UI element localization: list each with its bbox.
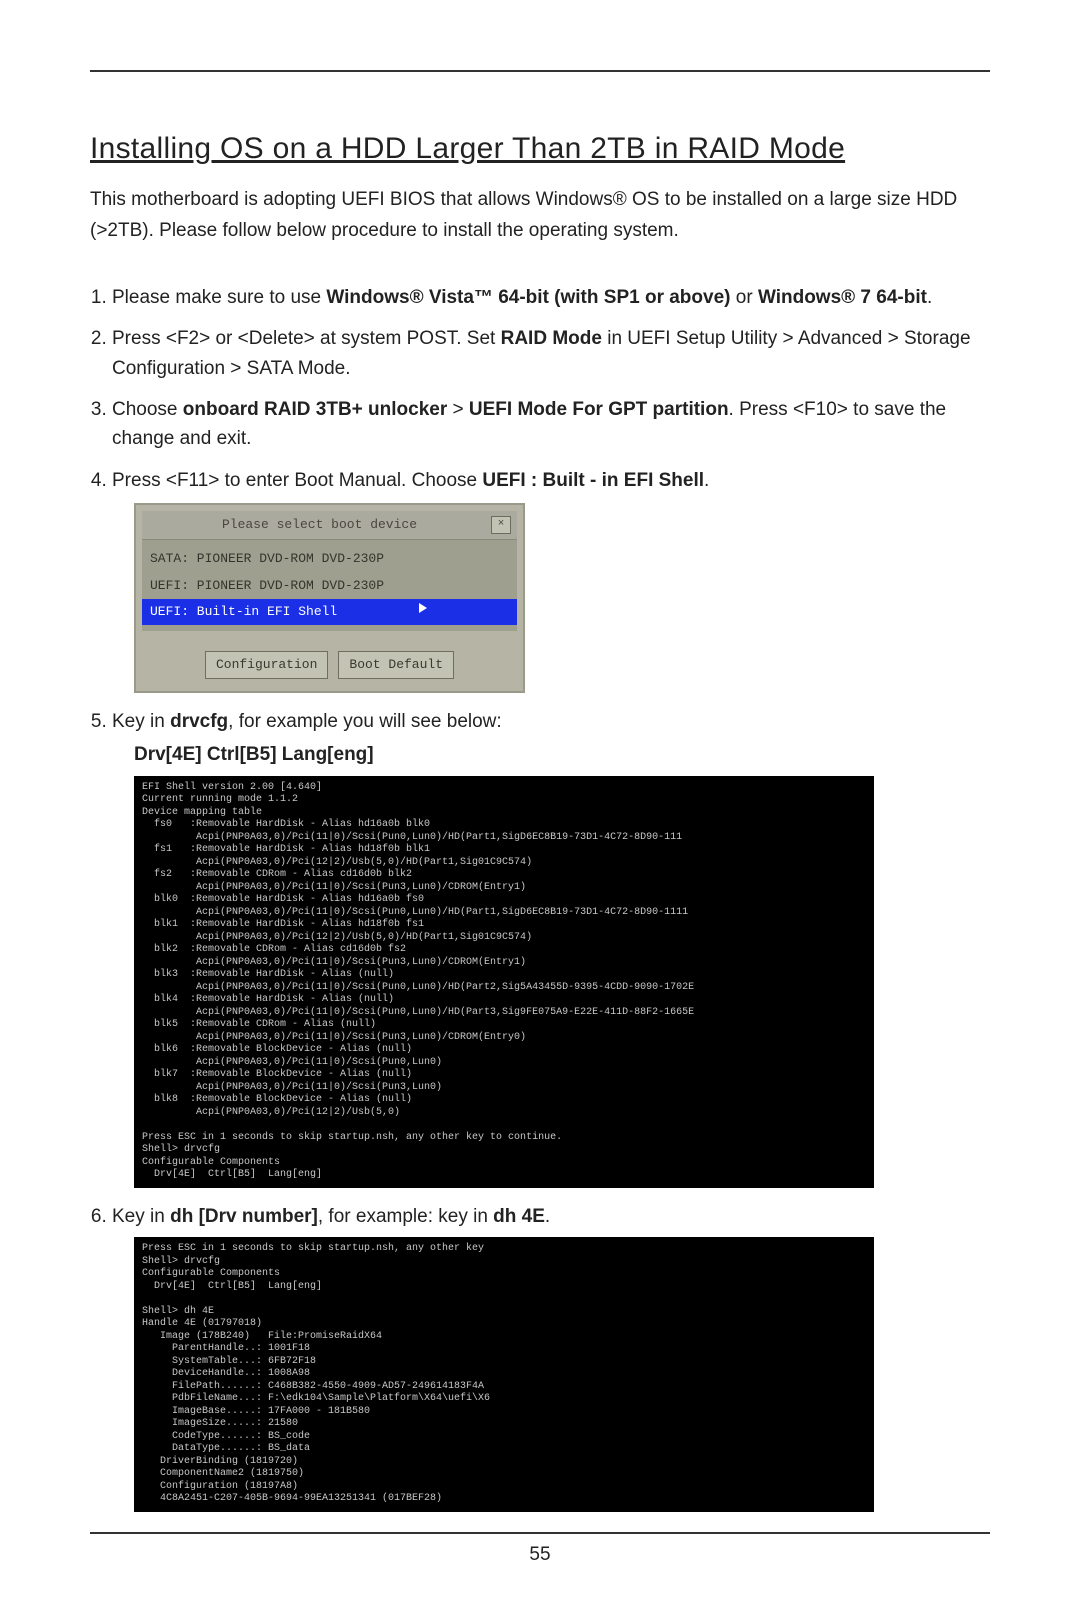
step-1: Please make sure to use Windows® Vista™ …	[112, 283, 990, 312]
boot-option-sata: SATA: PIONEER DVD-ROM DVD-230P	[142, 546, 517, 572]
close-icon: ×	[491, 516, 511, 534]
boot-option-uefi-dvd: UEFI: PIONEER DVD-ROM DVD-230P	[142, 573, 517, 599]
boot-dialog-buttons: Configuration Boot Default	[142, 631, 517, 685]
boot-device-screenshot: Please select boot device × SATA: PIONEE…	[134, 503, 525, 693]
step-3: Choose onboard RAID 3TB+ unlocker > UEFI…	[112, 395, 990, 454]
page-number: 55	[90, 1544, 990, 1566]
step-5: Key in drvcfg, for example you will see …	[112, 707, 990, 1188]
top-rule	[90, 70, 990, 72]
boot-dialog-header: Please select boot device ×	[142, 511, 517, 540]
efi-shell-screenshot-1: EFI Shell version 2.00 [4.640] Current r…	[134, 776, 874, 1188]
boot-dialog-title: Please select boot device	[148, 515, 491, 535]
drvcfg-output-line: Drv[4E] Ctrl[B5] Lang[eng]	[134, 740, 990, 769]
bottom-rule	[90, 1532, 990, 1534]
page-title: Installing OS on a HDD Larger Than 2TB i…	[90, 132, 990, 166]
steps-list: Please make sure to use Windows® Vista™ …	[90, 283, 990, 1512]
intro-paragraph: This motherboard is adopting UEFI BIOS t…	[90, 184, 990, 247]
boot-option-uefi-shell: UEFI: Built-in EFI Shell	[142, 599, 517, 625]
step-4: Press <F11> to enter Boot Manual. Choose…	[112, 466, 990, 693]
step-6: Key in dh [Drv number], for example: key…	[112, 1202, 990, 1512]
boot-default-button: Boot Default	[338, 651, 454, 679]
boot-option-list: SATA: PIONEER DVD-ROM DVD-230P UEFI: PIO…	[142, 540, 517, 630]
efi-shell-screenshot-2: Press ESC in 1 seconds to skip startup.n…	[134, 1237, 874, 1512]
step-2: Press <F2> or <Delete> at system POST. S…	[112, 324, 990, 383]
configuration-button: Configuration	[205, 651, 328, 679]
